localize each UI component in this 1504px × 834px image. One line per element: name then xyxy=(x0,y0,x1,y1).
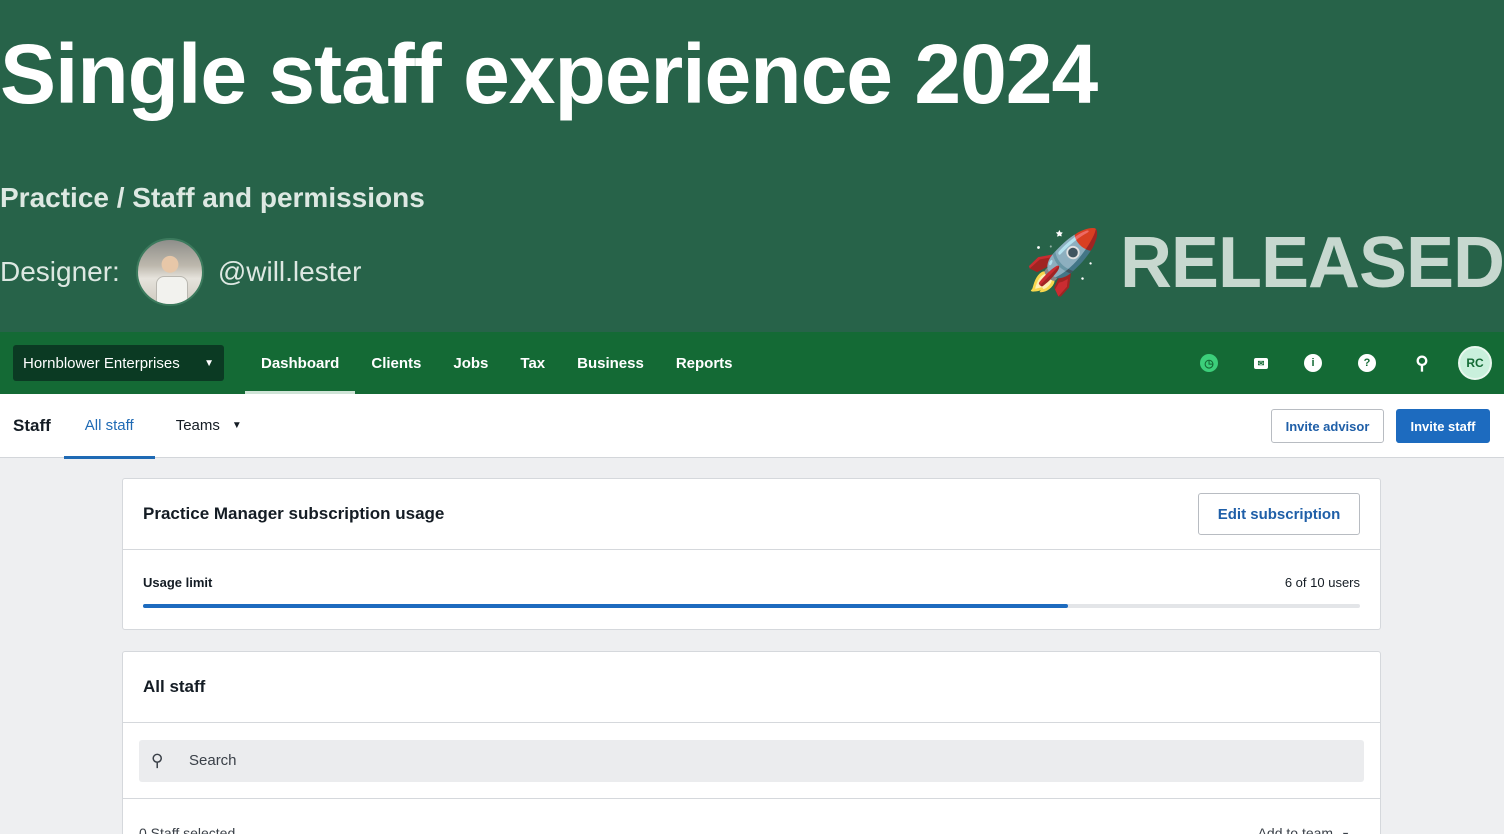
nav-item-jobs[interactable]: Jobs xyxy=(437,332,504,394)
tab-teams[interactable]: Teams ▼ xyxy=(176,394,242,458)
invite-staff-button[interactable]: Invite staff xyxy=(1396,409,1490,443)
caret-down-icon: ▼ xyxy=(1341,830,1350,834)
help-icon[interactable]: ? xyxy=(1358,354,1376,372)
top-navigation: Hornblower Enterprises ▼ Dashboard Clien… xyxy=(0,332,1504,394)
search-input[interactable] xyxy=(189,752,689,769)
clock-icon[interactable]: ◷ xyxy=(1200,354,1218,372)
app-window: Hornblower Enterprises ▼ Dashboard Clien… xyxy=(0,332,1504,834)
invite-advisor-button[interactable]: Invite advisor xyxy=(1271,409,1384,443)
selected-count: 0 Staff selected xyxy=(139,825,236,834)
search-icon: ⚲ xyxy=(151,750,164,770)
caret-down-icon: ▼ xyxy=(204,357,214,369)
usage-row: Usage limit 6 of 10 users xyxy=(123,550,1380,630)
card-title: Practice Manager subscription usage xyxy=(143,504,445,523)
card-header: Practice Manager subscription usage Edit… xyxy=(123,479,1380,550)
designer-label: Designer: xyxy=(0,256,120,287)
usage-progress-bar xyxy=(143,604,1360,608)
staff-subnav: Staff All staff Teams ▼ Invite advisor I… xyxy=(0,394,1504,459)
usage-limit-label: Usage limit xyxy=(143,575,213,590)
subscription-usage-card: Practice Manager subscription usage Edit… xyxy=(122,478,1381,630)
designer-avatar xyxy=(135,238,204,306)
usage-progress-fill xyxy=(143,604,1068,608)
main-menu: Dashboard Clients Jobs Tax Business Repo… xyxy=(245,332,749,394)
add-to-team-label: Add to team xyxy=(1257,825,1334,834)
designer-handle: @will.lester xyxy=(217,256,362,287)
staff-search: ⚲ xyxy=(139,739,1364,782)
release-status: 🚀 RELEASED xyxy=(1025,222,1504,304)
search-icon[interactable]: ⚲ xyxy=(1412,353,1432,373)
caret-down-icon: ▼ xyxy=(231,420,242,431)
nav-item-tax[interactable]: Tax xyxy=(504,332,561,394)
tab-all-staff[interactable]: All staff xyxy=(63,394,155,459)
nav-icon-group: ◷ ✉ i ? ⚲ RC xyxy=(1164,332,1492,394)
add-to-team-dropdown[interactable]: Add to team ▼ xyxy=(1258,825,1350,834)
info-icon[interactable]: i xyxy=(1304,354,1322,372)
edit-subscription-button[interactable]: Edit subscription xyxy=(1198,493,1360,535)
cover-title: Single staff experience 2024 xyxy=(0,27,1098,121)
nav-item-business[interactable]: Business xyxy=(561,332,660,394)
selection-toolbar: 0 Staff selected Add to team ▼ xyxy=(123,799,1380,834)
all-staff-card: All staff ⚲ 0 Staff selected Add to team… xyxy=(122,651,1381,834)
card-title: All staff xyxy=(143,677,206,696)
user-avatar[interactable]: RC xyxy=(1458,346,1492,380)
organisation-name: Hornblower Enterprises xyxy=(23,354,180,372)
page-title: Staff xyxy=(13,415,51,435)
nav-item-reports[interactable]: Reports xyxy=(660,332,749,394)
nav-item-clients[interactable]: Clients xyxy=(355,332,437,394)
usage-count: 6 of 10 users xyxy=(1284,575,1360,590)
release-status-label: RELEASED xyxy=(1119,223,1504,303)
tab-teams-label: Teams xyxy=(175,417,220,434)
nav-item-dashboard[interactable]: Dashboard xyxy=(245,332,356,394)
cover-subtitle: Practice / Staff and permissions xyxy=(0,182,425,213)
mail-icon[interactable]: ✉ xyxy=(1254,357,1268,369)
organisation-switcher[interactable]: Hornblower Enterprises ▼ xyxy=(13,345,224,381)
search-section: ⚲ xyxy=(123,723,1380,799)
card-header: All staff xyxy=(123,652,1380,723)
rocket-icon: 🚀 xyxy=(1024,228,1102,297)
designer-row: Designer: @will.lester xyxy=(0,238,361,306)
